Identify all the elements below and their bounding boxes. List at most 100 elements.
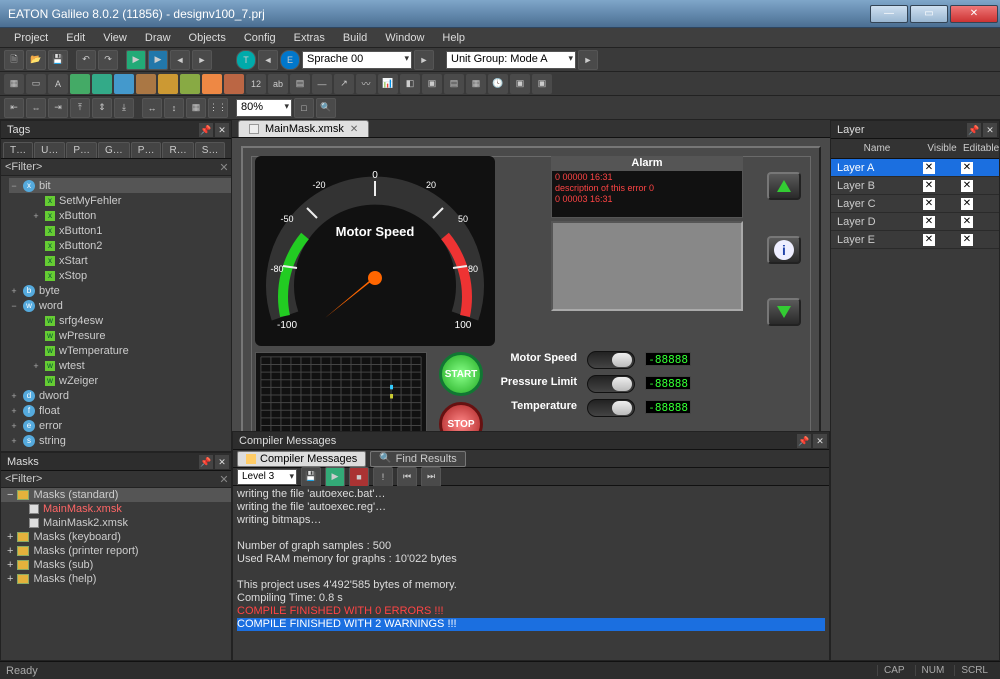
menu-extras[interactable]: Extras: [286, 30, 333, 46]
visible-checkbox[interactable]: ✕: [923, 162, 935, 174]
tool-18-icon[interactable]: 📊: [378, 74, 398, 94]
editable-checkbox[interactable]: ✕: [961, 216, 973, 228]
masks-folder[interactable]: +Masks (sub): [1, 558, 231, 572]
tool-rect-icon[interactable]: ▭: [26, 74, 46, 94]
tags-tree[interactable]: −xbitxSetMyFehler+xxButtonxxButton1xxBut…: [1, 176, 231, 450]
tool-save-icon[interactable]: 💾: [48, 50, 68, 70]
tags-tab-1[interactable]: U…: [34, 142, 65, 158]
tree-item[interactable]: wwTemperature: [9, 343, 231, 358]
menu-config[interactable]: Config: [236, 30, 284, 46]
tree-group[interactable]: +ffloat: [9, 403, 231, 418]
ct-save-icon[interactable]: 💾: [301, 467, 321, 487]
layer-row[interactable]: Layer D ✕ ✕: [831, 213, 999, 231]
pin-icon[interactable]: 📌: [797, 434, 811, 448]
tool-stop-icon[interactable]: ◄: [170, 50, 190, 70]
alarm-textarea[interactable]: [551, 221, 743, 311]
tool-c8-icon[interactable]: [224, 74, 244, 94]
tree-item[interactable]: +xxButton: [9, 208, 231, 223]
gauge-motor-speed[interactable]: 0 20 -20 50 -50 80 -80 100 -100 Motor Sp…: [255, 156, 495, 346]
dist-h-icon[interactable]: ↔: [142, 98, 162, 118]
layer-row[interactable]: Layer E ✕ ✕: [831, 231, 999, 249]
window-minimize-button[interactable]: —: [870, 5, 908, 23]
unitgroup-combo[interactable]: Unit Group: Mode A: [446, 51, 576, 69]
clear-filter-icon[interactable]: ✕: [217, 161, 231, 174]
tree-group[interactable]: −wword: [9, 298, 231, 313]
tool-25-icon[interactable]: ▣: [532, 74, 552, 94]
dist-v-icon[interactable]: ↕: [164, 98, 184, 118]
toggle-1[interactable]: [587, 375, 635, 393]
tool-22-icon[interactable]: ▦: [466, 74, 486, 94]
tags-tab-3[interactable]: G…: [98, 142, 130, 158]
menu-draw[interactable]: Draw: [137, 30, 179, 46]
tool-open-icon[interactable]: 📂: [26, 50, 46, 70]
masks-item[interactable]: MainMask2.xmsk: [1, 516, 231, 530]
tags-tab-6[interactable]: S…: [195, 142, 226, 158]
tree-group[interactable]: +bbyte: [9, 283, 231, 298]
tool-build-icon[interactable]: ▶: [126, 50, 146, 70]
masks-tree[interactable]: −Masks (standard)MainMask.xmskMainMask2.…: [1, 488, 231, 586]
tool-15-icon[interactable]: —: [312, 74, 332, 94]
masks-filter[interactable]: <Filter> ✕: [1, 471, 231, 488]
tags-tab-5[interactable]: R…: [162, 142, 193, 158]
tree-item[interactable]: wwZeiger: [9, 373, 231, 388]
tree-group[interactable]: +eerror: [9, 418, 231, 433]
tree-item[interactable]: xxStop: [9, 268, 231, 283]
language-combo[interactable]: Sprache 00: [302, 51, 412, 69]
tree-item[interactable]: xSetMyFehler: [9, 193, 231, 208]
start-button[interactable]: START: [439, 352, 483, 396]
editable-checkbox[interactable]: ✕: [961, 198, 973, 210]
alarm-up-button[interactable]: [767, 172, 801, 200]
tool-listend-icon[interactable]: ►: [578, 50, 598, 70]
canvas-area[interactable]: 0 20 -20 50 -50 80 -80 100 -100 Motor Sp…: [232, 138, 830, 431]
tags-tab-0[interactable]: T…: [3, 142, 33, 158]
visible-checkbox[interactable]: ✕: [923, 198, 935, 210]
window-close-button[interactable]: ✕: [950, 5, 998, 23]
align-left-icon[interactable]: ⇤: [4, 98, 24, 118]
tool-20-icon[interactable]: ▣: [422, 74, 442, 94]
tree-group[interactable]: +sstring: [9, 433, 231, 448]
tool-play-icon[interactable]: ►: [192, 50, 212, 70]
tool-undo-icon[interactable]: ↶: [76, 50, 96, 70]
level-combo[interactable]: Level 3: [237, 469, 297, 485]
alarm-list[interactable]: 0 00000 16:31description of this error 0…: [551, 170, 743, 218]
tree-item[interactable]: wsrfg4esw: [9, 313, 231, 328]
menu-window[interactable]: Window: [377, 30, 432, 46]
alarm-info-button[interactable]: i: [767, 236, 801, 264]
menu-view[interactable]: View: [95, 30, 135, 46]
align-top-icon[interactable]: ⤒: [70, 98, 90, 118]
compiler-output[interactable]: writing the file 'autoexec.bat'…writing …: [233, 486, 829, 660]
align-mid-icon[interactable]: ⇕: [92, 98, 112, 118]
tool-c6-icon[interactable]: [180, 74, 200, 94]
align-center-icon[interactable]: ⇔: [26, 98, 46, 118]
editable-checkbox[interactable]: ✕: [961, 234, 973, 246]
tool-21-icon[interactable]: ▤: [444, 74, 464, 94]
visible-checkbox[interactable]: ✕: [923, 180, 935, 192]
tool-17-icon[interactable]: 〰: [356, 74, 376, 94]
tags-tab-2[interactable]: P…: [66, 142, 97, 158]
zoom-in-icon[interactable]: 🔍: [316, 98, 336, 118]
masks-folder[interactable]: +Masks (printer report): [1, 544, 231, 558]
layer-row[interactable]: Layer A ✕ ✕: [831, 159, 999, 177]
tool-13-icon[interactable]: ab: [268, 74, 288, 94]
masks-folder[interactable]: −Masks (standard): [1, 488, 231, 502]
toggle-2[interactable]: [587, 399, 635, 417]
close-icon[interactable]: ✕: [215, 123, 229, 137]
window-maximize-button[interactable]: ▭: [910, 5, 948, 23]
clear-filter-icon[interactable]: ✕: [217, 473, 231, 486]
grid-icon[interactable]: ▦: [186, 98, 206, 118]
tool-text-icon[interactable]: A: [48, 74, 68, 94]
close-icon[interactable]: ✕: [215, 455, 229, 469]
layer-rows[interactable]: Layer A ✕ ✕ Layer B ✕ ✕ Layer C ✕ ✕ Laye…: [831, 159, 999, 660]
tool-c4-icon[interactable]: [136, 74, 156, 94]
tree-item[interactable]: xxButton1: [9, 223, 231, 238]
menu-help[interactable]: Help: [434, 30, 473, 46]
visible-checkbox[interactable]: ✕: [923, 234, 935, 246]
menu-project[interactable]: Project: [6, 30, 56, 46]
pin-icon[interactable]: 📌: [199, 123, 213, 137]
pin-icon[interactable]: 📌: [199, 455, 213, 469]
ct-last-icon[interactable]: ⏭: [421, 467, 441, 487]
menu-build[interactable]: Build: [335, 30, 375, 46]
alarm-down-button[interactable]: [767, 298, 801, 326]
letter-e-icon[interactable]: E: [280, 50, 300, 70]
ct-run-icon[interactable]: ▶: [325, 467, 345, 487]
